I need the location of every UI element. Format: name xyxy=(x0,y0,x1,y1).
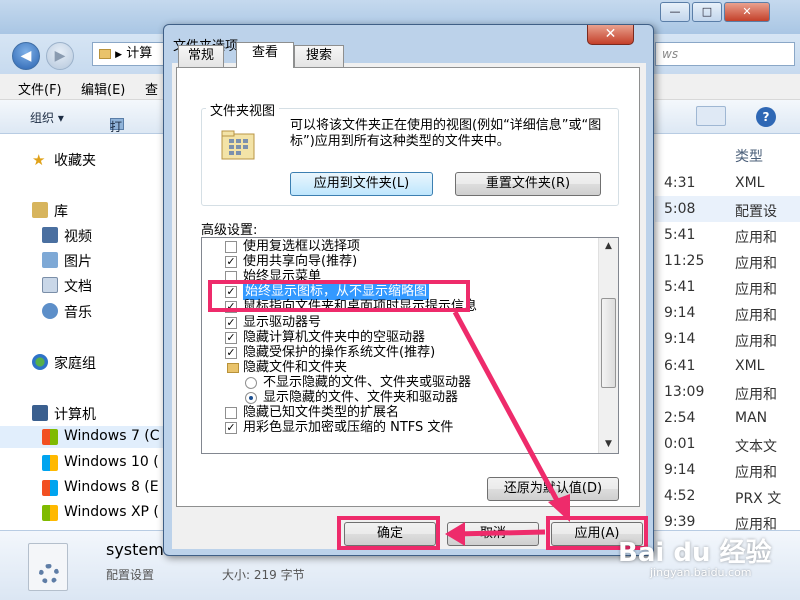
highlight-always-show-icons xyxy=(208,280,470,312)
baidu-watermark-url: jingyan.baidu.com xyxy=(650,566,752,579)
baidu-watermark: Bai du 经验 xyxy=(618,538,772,568)
highlight-ok-button xyxy=(337,516,440,550)
